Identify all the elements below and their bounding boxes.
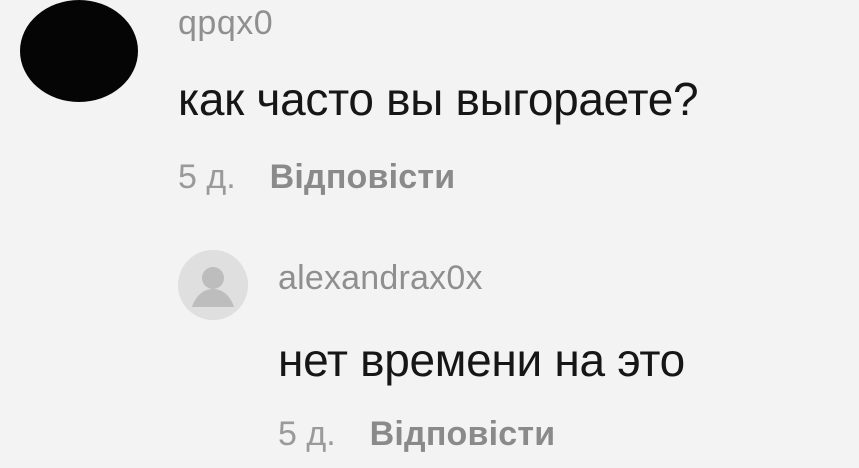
default-avatar-icon[interactable]: [178, 250, 248, 320]
reply-to-reply-button[interactable]: Відповісти: [370, 415, 556, 454]
user-avatar-icon[interactable]: [20, 0, 138, 102]
comment-meta: 5 д. Відповісти: [178, 158, 455, 197]
comment-username[interactable]: qpqx0: [178, 4, 273, 43]
reply-timestamp: 5 д.: [278, 415, 336, 453]
reply-button[interactable]: Відповісти: [270, 158, 456, 197]
reply-text: нет времени на это: [278, 334, 685, 386]
reply-meta: 5 д. Відповісти: [278, 415, 555, 454]
comment-text: как часто вы выгораете?: [178, 73, 699, 125]
comment-timestamp: 5 д.: [178, 158, 236, 196]
reply-username[interactable]: alexandrax0x: [278, 259, 483, 298]
